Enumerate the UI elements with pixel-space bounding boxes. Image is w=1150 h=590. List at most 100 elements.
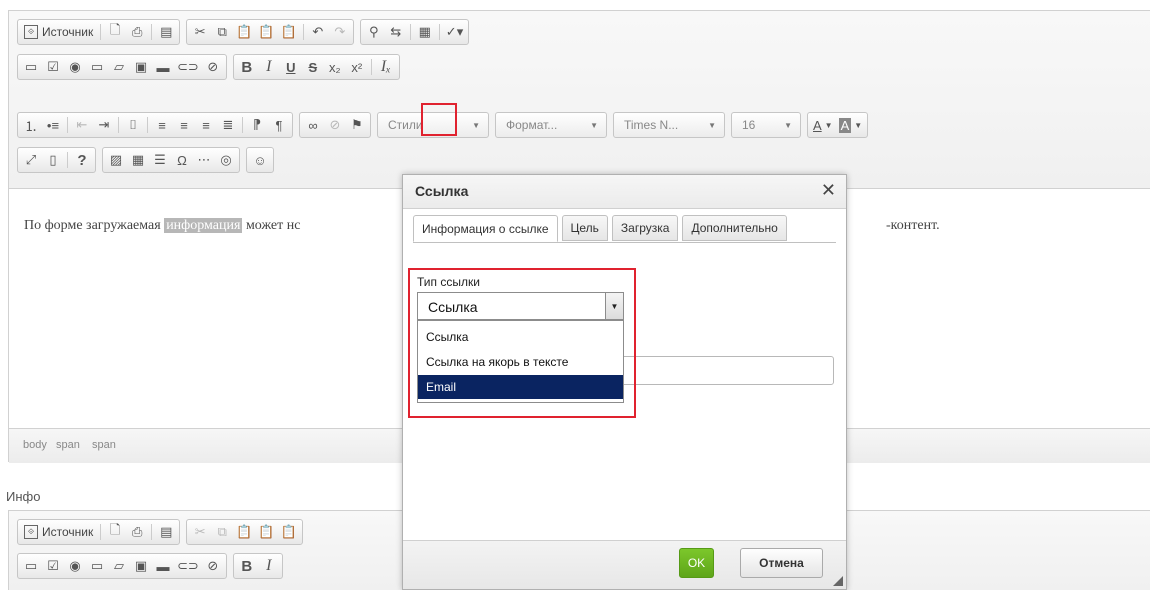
outdent-icon[interactable]: ⇤ [71, 113, 93, 137]
page-break-icon[interactable]: ⋯ [193, 148, 215, 172]
superscript-icon[interactable]: x² [346, 55, 368, 79]
text-color-button[interactable]: A ▼ [810, 113, 836, 137]
size-combo[interactable]: 16 ▼ [731, 112, 801, 138]
indent-icon[interactable]: ⇥ [93, 113, 115, 137]
toolbar-group-links: ∞ ⊘ ⚑ [299, 112, 371, 138]
underline-button[interactable]: U [280, 55, 302, 79]
select-all-icon[interactable]: ▦ [414, 20, 436, 44]
bulleted-list-icon[interactable]: •≡ [42, 113, 64, 137]
paste-word-icon[interactable]: 📋 [278, 520, 300, 544]
paste-text-icon[interactable]: 📋 [255, 20, 277, 44]
path-item-span[interactable]: span [56, 439, 80, 451]
div-icon[interactable]: ⌷ [122, 113, 144, 137]
content-text-after: может нс [242, 218, 301, 233]
tab-target[interactable]: Цель [561, 215, 608, 241]
redo-icon[interactable]: ↷ [329, 20, 351, 44]
cut-icon[interactable]: ✂ [189, 20, 211, 44]
tab-upload[interactable]: Загрузка [611, 215, 679, 241]
source-button[interactable]: ⟐ Источник [20, 20, 97, 44]
spellcheck-icon[interactable]: ✓▾ [443, 20, 466, 44]
about-icon[interactable]: ? [71, 148, 93, 172]
checkbox-icon[interactable]: ☑ [42, 554, 64, 578]
hidden-field-icon[interactable]: ⊘ [202, 554, 224, 578]
show-blocks-icon[interactable]: ▯ [42, 148, 64, 172]
horizontal-rule-icon[interactable]: ☰ [149, 148, 171, 172]
textarea-icon[interactable]: ▱ [108, 554, 130, 578]
ok-button[interactable]: OK [679, 548, 714, 578]
align-right-icon[interactable]: ≡ [195, 113, 217, 137]
hidden-field-icon[interactable]: ⊘ [202, 55, 224, 79]
maximize-icon[interactable]: ⤢ [20, 148, 42, 172]
copy-icon[interactable]: ⧉ [211, 520, 233, 544]
textfield-icon[interactable]: ▭ [86, 55, 108, 79]
dialog-titlebar[interactable]: Ссылка ✕ [403, 175, 846, 209]
print-icon[interactable]: ⎙ [126, 520, 148, 544]
cancel-button[interactable]: Отмена [740, 548, 823, 578]
ltr-icon[interactable]: ⁋ [246, 113, 268, 137]
templates-icon[interactable]: ▤ [155, 520, 177, 544]
paste-icon[interactable]: 📋 [233, 520, 255, 544]
paste-icon[interactable]: 📋 [233, 20, 255, 44]
button-field-icon[interactable]: ▬ [152, 554, 174, 578]
editor-content[interactable]: По форме загружаемая информация может нс… [24, 218, 940, 234]
image-button-icon[interactable]: ⊂⊃ [174, 55, 202, 79]
align-center-icon[interactable]: ≡ [173, 113, 195, 137]
image-button-icon[interactable]: ⊂⊃ [174, 554, 202, 578]
iframe-icon[interactable]: ◎ [215, 148, 237, 172]
link-icon[interactable]: ∞ [302, 113, 324, 137]
print-icon[interactable]: ⎙ [126, 20, 148, 44]
anchor-flag-icon[interactable]: ⚑ [346, 113, 368, 137]
unlink-icon[interactable]: ⊘ [324, 113, 346, 137]
align-justify-icon[interactable]: ≣ [217, 113, 239, 137]
find-icon[interactable]: ⚲ [363, 20, 385, 44]
copy-icon[interactable]: ⧉ [211, 20, 233, 44]
form-icon[interactable]: ▭ [20, 55, 42, 79]
bg-color-button[interactable]: A ▼ [836, 113, 866, 137]
subscript-icon[interactable]: x₂ [324, 55, 346, 79]
select-field-icon[interactable]: ▣ [130, 55, 152, 79]
url-input[interactable] [603, 356, 834, 385]
info-field-label: Инфо [6, 489, 41, 504]
path-item-span[interactable]: span [92, 439, 116, 451]
strike-button[interactable]: S [302, 55, 324, 79]
tab-link-info[interactable]: Информация о ссылке [413, 215, 558, 242]
format-combo[interactable]: Формат... ▼ [495, 112, 607, 138]
bold-button[interactable]: B [236, 55, 258, 79]
close-icon[interactable]: ✕ [821, 180, 836, 201]
checkbox-icon[interactable]: ☑ [42, 55, 64, 79]
image-icon[interactable]: ▨ [105, 148, 127, 172]
replace-icon[interactable]: ⇆ [385, 20, 407, 44]
toolbar-row-4: ⤢ ▯ ? ▨ ▦ ☰ Ω ⋯ ◎ ☺ [17, 147, 280, 173]
tab-advanced[interactable]: Дополнительно [682, 215, 787, 241]
toolbar-group-smiley: ☺ [246, 147, 274, 173]
select-field-icon[interactable]: ▣ [130, 554, 152, 578]
toolbar-group-document: ⟐ Источник 🗋 ⎙ ▤ [17, 19, 181, 45]
source-button[interactable]: ⟐ Источник [20, 520, 97, 544]
numbered-list-icon[interactable]: ⒈ [20, 113, 42, 137]
radio-icon[interactable]: ◉ [64, 554, 86, 578]
italic-button[interactable]: I [258, 55, 280, 79]
resize-handle-icon[interactable] [833, 576, 843, 586]
textarea-icon[interactable]: ▱ [108, 55, 130, 79]
path-item-body[interactable]: body [23, 439, 47, 451]
radio-icon[interactable]: ◉ [64, 55, 86, 79]
paste-text-icon[interactable]: 📋 [255, 520, 277, 544]
cut-icon[interactable]: ✂ [189, 520, 211, 544]
table-icon[interactable]: ▦ [127, 148, 149, 172]
special-char-icon[interactable]: Ω [171, 148, 193, 172]
italic-button[interactable]: I [258, 554, 280, 578]
paste-word-icon[interactable]: 📋 [278, 20, 300, 44]
bold-button[interactable]: B [236, 554, 258, 578]
font-combo[interactable]: Times N... ▼ [613, 112, 725, 138]
templates-icon[interactable]: ▤ [155, 20, 177, 44]
button-field-icon[interactable]: ▬ [152, 55, 174, 79]
textfield-icon[interactable]: ▭ [86, 554, 108, 578]
form-icon[interactable]: ▭ [20, 554, 42, 578]
rtl-icon[interactable]: ¶ [268, 113, 290, 137]
align-left-icon[interactable]: ≡ [151, 113, 173, 137]
preview-icon[interactable]: 🗋 [104, 20, 126, 44]
undo-icon[interactable]: ↶ [307, 20, 329, 44]
preview-icon[interactable]: 🗋 [104, 520, 126, 544]
remove-format-icon[interactable]: Iₓ [375, 55, 397, 79]
smiley-icon[interactable]: ☺ [249, 148, 271, 172]
